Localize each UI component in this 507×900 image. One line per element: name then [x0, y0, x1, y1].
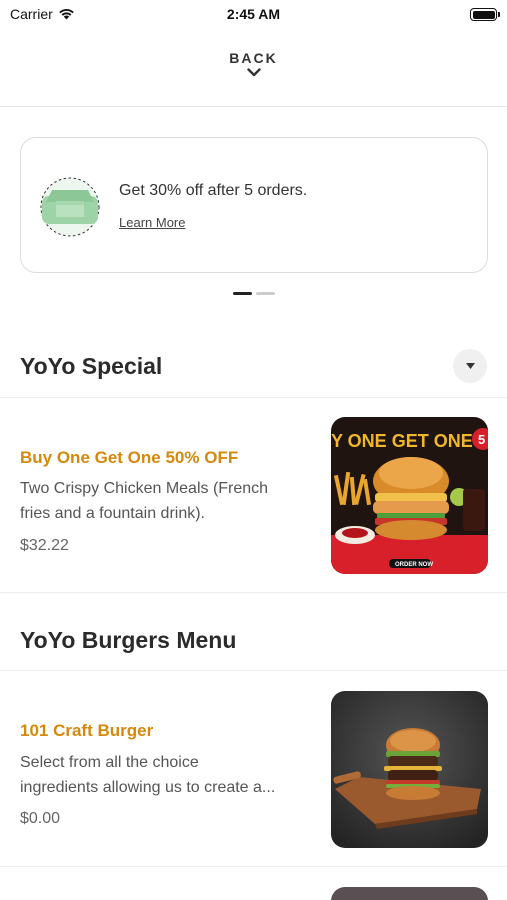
craft-burger-image [331, 691, 488, 848]
back-button[interactable]: BACK [0, 50, 507, 77]
chevron-down-icon [246, 68, 261, 77]
battery-icon [470, 8, 500, 21]
item-name: 101 Craft Burger [20, 721, 154, 740]
menu-item[interactable]: 101 Craft Burger Select from all the cho… [0, 671, 507, 866]
image-badge-text: 5 [478, 432, 485, 447]
section-header-yoyo-special: YoYo Special [0, 337, 507, 397]
section-title: YoYo Burgers Menu [20, 627, 237, 653]
caret-down-icon [465, 363, 475, 369]
item-description-line: Two Crispy Chicken Meals (French [20, 480, 269, 497]
item-description-line: ingredients allowing us to create a... [20, 779, 276, 796]
item-image-bogo-burger[interactable]: Y ONE GET ONE FOR 5 ORDER NOW [331, 417, 488, 574]
item-price: $0.00 [20, 810, 61, 827]
item-description: Select from all the choice ingredients a… [20, 750, 312, 800]
section-title: YoYo Special [20, 353, 163, 379]
section-header-yoyo-burgers-menu: YoYo Burgers Menu [0, 610, 507, 670]
item-description-line: fries and a fountain drink). [20, 505, 205, 522]
promo-text: Get 30% off after 5 orders. [119, 182, 308, 199]
takeout-box-icon [40, 177, 100, 237]
item-price: $32.22 [20, 537, 69, 554]
item-image-craft-burger[interactable] [331, 691, 488, 848]
pager-dot-active[interactable] [232, 292, 252, 295]
back-label: BACK [229, 50, 278, 66]
promo-pager [0, 292, 507, 295]
item-divider [0, 866, 507, 867]
status-bar: Carrier 2:45 AM [0, 0, 507, 28]
burger-promo-image: Y ONE GET ONE FOR 5 ORDER NOW [331, 417, 488, 574]
section-dropdown-button[interactable] [453, 349, 487, 383]
menu-item[interactable]: Buy One Get One 50% OFF Two Crispy Chick… [0, 398, 507, 592]
learn-more-link[interactable]: Learn More [119, 215, 185, 230]
item-image-next[interactable] [331, 887, 488, 900]
image-order-now-text: ORDER NOW [395, 562, 433, 568]
item-description: Two Crispy Chicken Meals (French fries a… [20, 476, 312, 526]
item-name: Buy One Get One 50% OFF [20, 448, 239, 467]
status-time: 2:45 AM [226, 6, 281, 22]
item-divider [0, 592, 507, 593]
item-description-line: Select from all the choice [20, 754, 199, 771]
nav-divider [0, 106, 507, 107]
pager-dot[interactable] [255, 292, 275, 295]
image-banner-text: Y ONE GET ONE FOR [331, 431, 488, 451]
promo-card[interactable]: Get 30% off after 5 orders. Learn More [20, 137, 488, 273]
